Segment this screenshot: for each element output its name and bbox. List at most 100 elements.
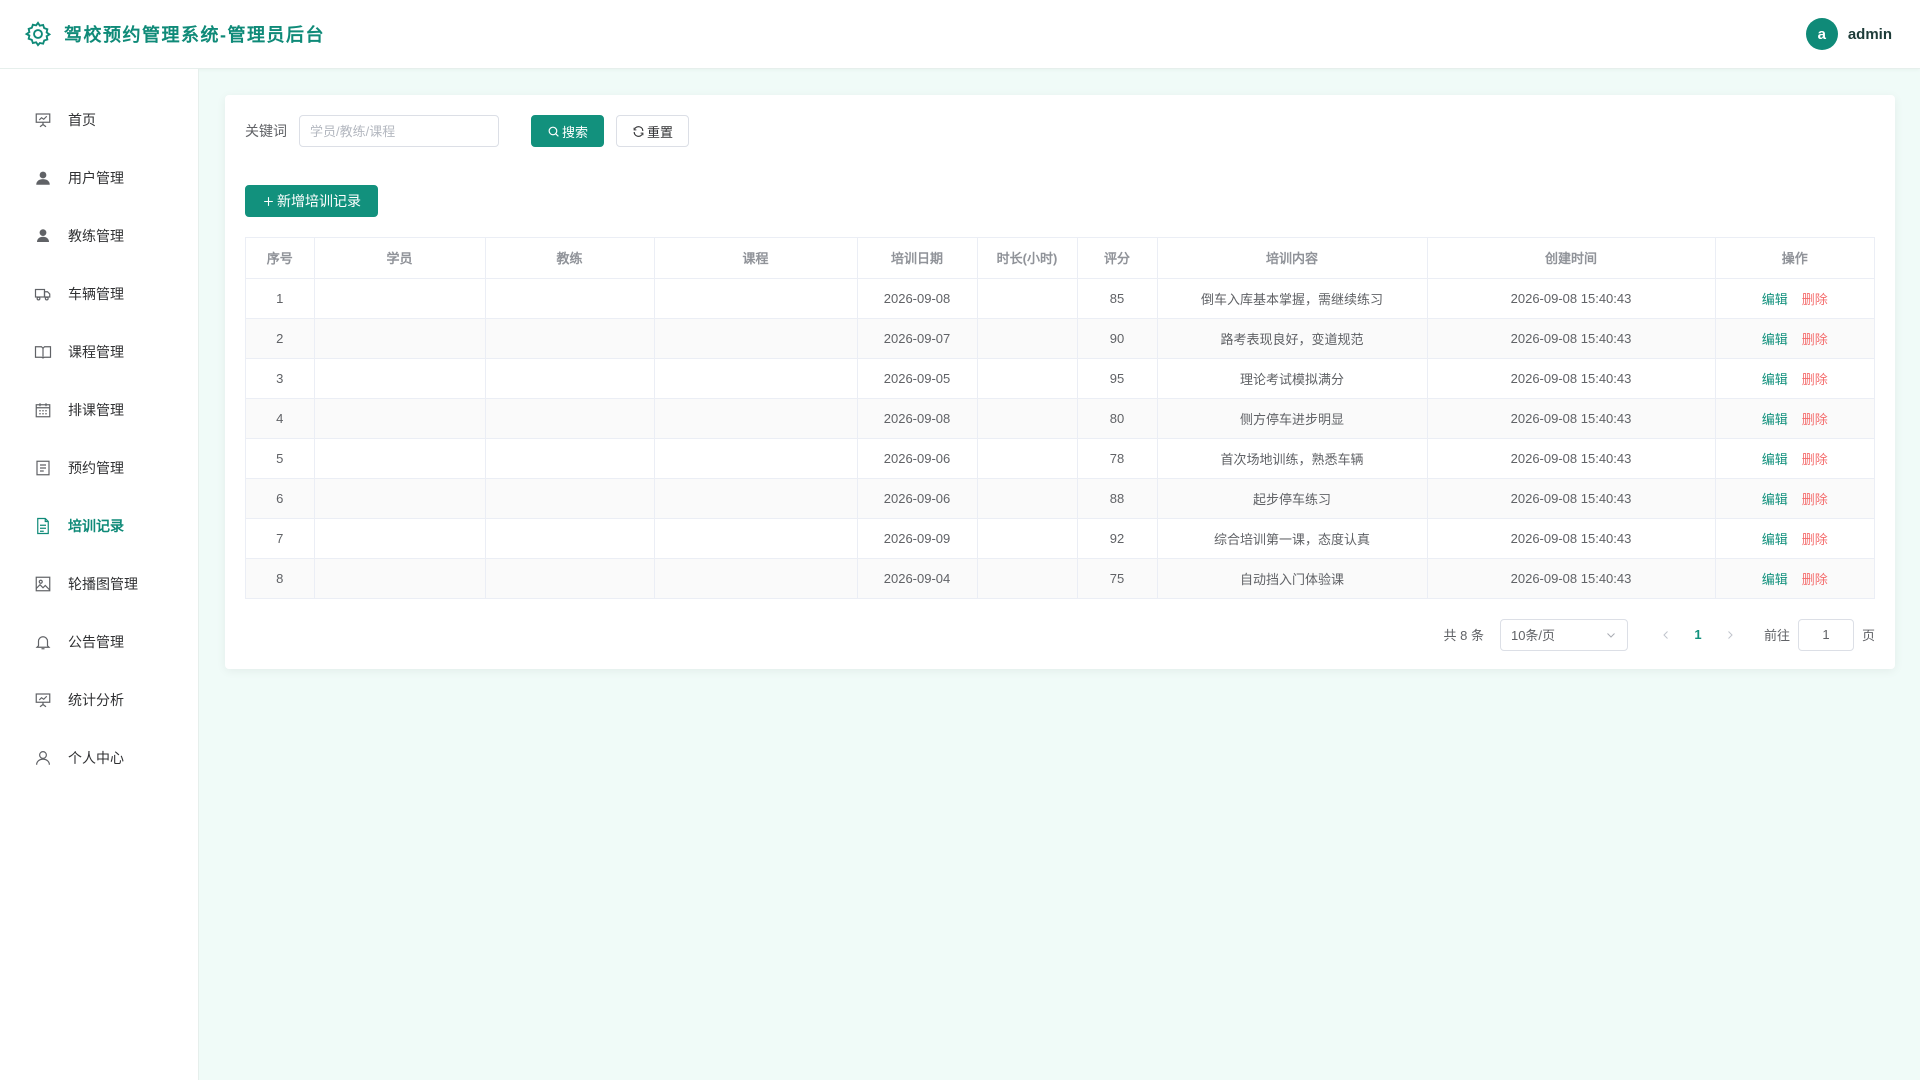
- cell-content: 综合培训第一课，态度认真: [1157, 518, 1428, 559]
- keyword-input[interactable]: [299, 115, 499, 147]
- cell-no: 7: [246, 518, 315, 559]
- sidebar-item-label: 统计分析: [68, 692, 124, 708]
- sidebar-item-courses[interactable]: 课程管理: [0, 323, 198, 381]
- page-number-1[interactable]: 1: [1680, 627, 1716, 642]
- sidebar-item-home[interactable]: 首页: [0, 91, 198, 149]
- add-button-label: 新增培训记录: [277, 193, 361, 209]
- cell-course: [654, 518, 858, 559]
- cell-coach: [485, 318, 655, 359]
- cell-coach: [485, 478, 655, 519]
- sidebar-item-profile[interactable]: 个人中心: [0, 729, 198, 787]
- cell-date: 2026-09-09: [857, 518, 978, 559]
- delete-button[interactable]: 删除: [1802, 532, 1828, 547]
- delete-button[interactable]: 删除: [1802, 452, 1828, 467]
- pagination: 共 8 条 10条/页 1 前往 页: [245, 618, 1875, 651]
- cell-hours: [977, 518, 1078, 559]
- delete-button[interactable]: 删除: [1802, 412, 1828, 427]
- edit-button[interactable]: 编辑: [1762, 412, 1788, 427]
- top-header: 驾校预约管理系统-管理员后台 a admin: [0, 0, 1920, 69]
- delete-button[interactable]: 删除: [1802, 492, 1828, 507]
- sidebar-item-bookings[interactable]: 预约管理: [0, 439, 198, 497]
- add-training-record-button[interactable]: 新增培训记录: [245, 185, 378, 217]
- cell-no: 2: [246, 318, 315, 359]
- sidebar-item-notices[interactable]: 公告管理: [0, 613, 198, 671]
- cell-score: 90: [1077, 318, 1158, 359]
- goto-page-input[interactable]: [1797, 618, 1854, 651]
- cell-created: 2026-09-08 15:40:43: [1427, 278, 1716, 319]
- column-header: 创建时间: [1427, 238, 1716, 279]
- tickets-icon: [34, 459, 52, 477]
- edit-button[interactable]: 编辑: [1762, 492, 1788, 507]
- cell-hours: [977, 318, 1078, 359]
- cell-created: 2026-09-08 15:40:43: [1427, 438, 1716, 479]
- user-icon: [34, 749, 52, 767]
- cell-coach: [485, 558, 655, 599]
- delete-button[interactable]: 删除: [1802, 292, 1828, 307]
- edit-button[interactable]: 编辑: [1762, 332, 1788, 347]
- cell-content: 路考表现良好，变道规范: [1157, 318, 1428, 359]
- next-page-button[interactable]: [1716, 621, 1744, 649]
- sidebar-item-training-records[interactable]: 培训记录: [0, 497, 198, 555]
- search-icon: [547, 125, 562, 138]
- cell-hours: [977, 278, 1078, 319]
- cell-content: 理论考试模拟满分: [1157, 358, 1428, 399]
- delete-button[interactable]: 删除: [1802, 332, 1828, 347]
- van-icon: [34, 285, 52, 303]
- cell-date: 2026-09-06: [857, 478, 978, 519]
- user-menu[interactable]: a admin: [1805, 18, 1892, 50]
- reset-button-label: 重置: [647, 124, 674, 140]
- cell-date: 2026-09-06: [857, 438, 978, 479]
- edit-button[interactable]: 编辑: [1762, 532, 1788, 547]
- chevron-left-icon: [1660, 629, 1672, 641]
- edit-button[interactable]: 编辑: [1762, 372, 1788, 387]
- sidebar-item-schedule[interactable]: 排课管理: [0, 381, 198, 439]
- cell-score: 88: [1077, 478, 1158, 519]
- sidebar-item-statistics[interactable]: 统计分析: [0, 671, 198, 729]
- cell-score: 80: [1077, 398, 1158, 439]
- cell-course: [654, 358, 858, 399]
- sidebar-item-label: 预约管理: [68, 460, 124, 476]
- cell-course: [654, 278, 858, 319]
- cell-student: [314, 358, 486, 399]
- cell-hours: [977, 478, 1078, 519]
- brand: 驾校预约管理系统-管理员后台: [24, 20, 325, 48]
- table-row: 3 2026-09-05 95 理论考试模拟满分 2026-09-08 15:4…: [246, 358, 1874, 399]
- cell-student: [314, 318, 486, 359]
- prev-page-button[interactable]: [1652, 621, 1680, 649]
- page-size-select[interactable]: 10条/页: [1499, 618, 1628, 651]
- cell-actions: 编辑 删除: [1715, 518, 1874, 559]
- keyword-label: 关键词: [245, 123, 287, 139]
- cell-hours: [977, 398, 1078, 439]
- search-button-label: 搜索: [562, 124, 589, 140]
- calendar-icon: [34, 401, 52, 419]
- table-row: 4 2026-09-08 80 侧方停车进步明显 2026-09-08 15:4…: [246, 398, 1874, 439]
- book-icon: [34, 343, 52, 361]
- reset-button[interactable]: 重置: [616, 115, 690, 147]
- cell-no: 1: [246, 278, 315, 319]
- cell-coach: [485, 518, 655, 559]
- refresh-icon: [632, 125, 647, 138]
- search-button[interactable]: 搜索: [531, 115, 605, 147]
- gear-icon: [24, 20, 52, 48]
- column-header: 课程: [654, 238, 858, 279]
- delete-button[interactable]: 删除: [1802, 372, 1828, 387]
- bell-icon: [34, 633, 52, 651]
- cell-created: 2026-09-08 15:40:43: [1427, 358, 1716, 399]
- avatar-icon: [34, 227, 52, 245]
- delete-button[interactable]: 删除: [1802, 572, 1828, 587]
- cell-content: 起步停车练习: [1157, 478, 1428, 519]
- edit-button[interactable]: 编辑: [1762, 572, 1788, 587]
- sidebar-item-vehicles[interactable]: 车辆管理: [0, 265, 198, 323]
- edit-button[interactable]: 编辑: [1762, 452, 1788, 467]
- user-name[interactable]: admin: [1848, 26, 1892, 43]
- cell-actions: 编辑 删除: [1715, 478, 1874, 519]
- plus-icon: [262, 195, 277, 208]
- sidebar-item-carousel[interactable]: 轮播图管理: [0, 555, 198, 613]
- avatar[interactable]: a: [1805, 18, 1838, 50]
- page-size-value: 10条/页: [1510, 628, 1556, 643]
- sidebar-item-coaches[interactable]: 教练管理: [0, 207, 198, 265]
- cell-coach: [485, 398, 655, 439]
- edit-button[interactable]: 编辑: [1762, 292, 1788, 307]
- cell-hours: [977, 358, 1078, 399]
- sidebar-item-users[interactable]: 用户管理: [0, 149, 198, 207]
